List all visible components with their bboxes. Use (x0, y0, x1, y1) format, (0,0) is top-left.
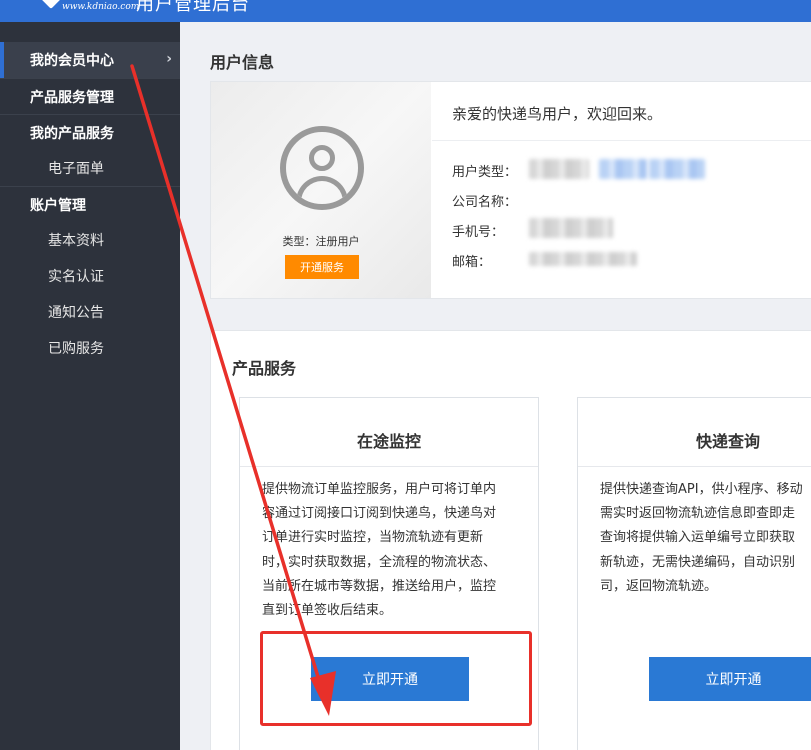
annotation-arrow-icon (130, 64, 336, 716)
